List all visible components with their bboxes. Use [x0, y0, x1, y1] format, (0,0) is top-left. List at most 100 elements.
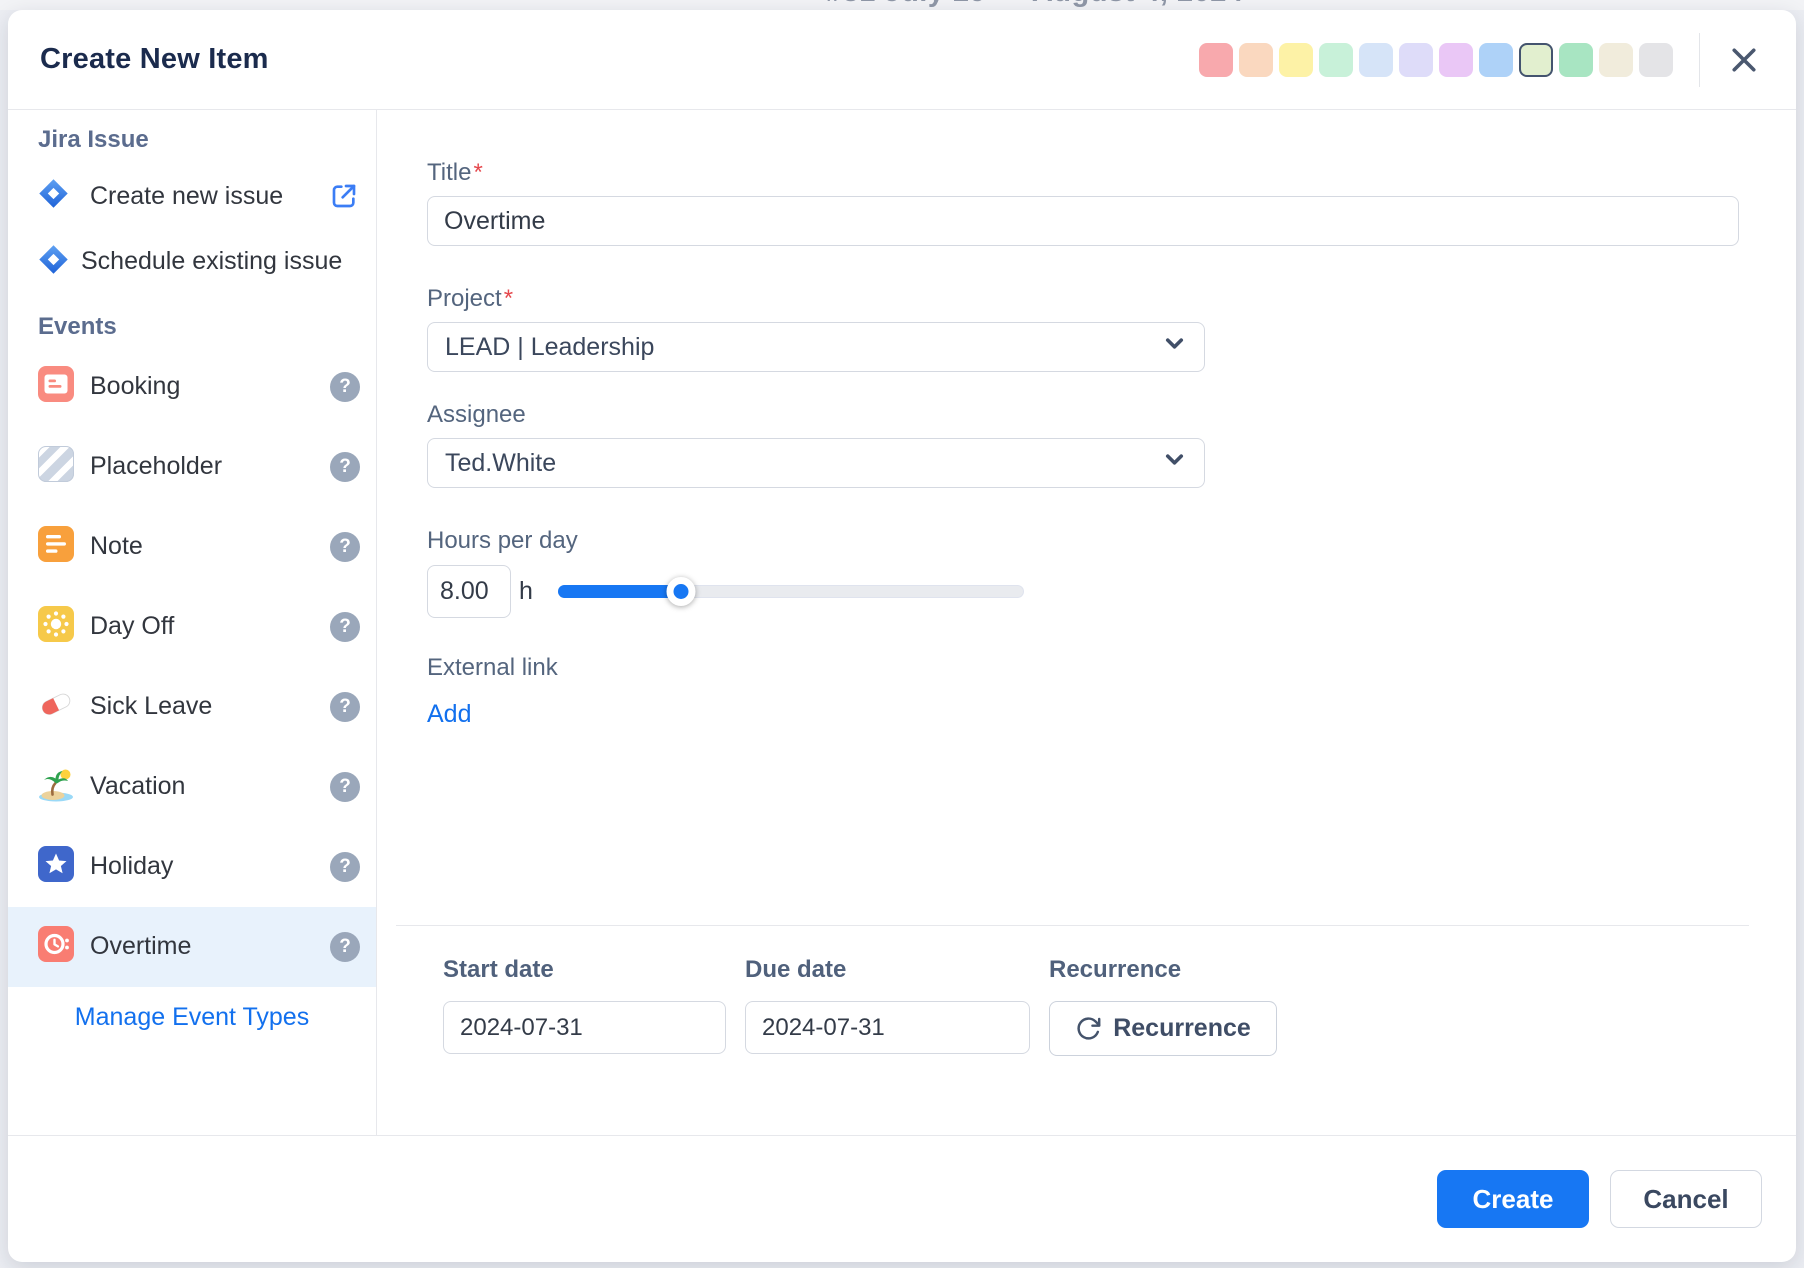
sidebar-item-sick-leave[interactable]: Sick Leave ? [8, 667, 376, 747]
color-swatch[interactable] [1559, 43, 1593, 77]
header-divider [1699, 33, 1700, 87]
slider-handle[interactable] [667, 577, 696, 606]
jira-section-title: Jira Issue [38, 126, 376, 154]
sidebar-item-overtime[interactable]: Overtime ? [8, 907, 376, 987]
jira-icon [38, 244, 69, 275]
beach-island-icon [38, 766, 74, 807]
sidebar-item-holiday[interactable]: Holiday ? [8, 827, 376, 907]
jira-icon [38, 178, 74, 214]
color-swatch[interactable] [1639, 43, 1673, 77]
help-icon[interactable]: ? [330, 612, 360, 642]
external-link-icon[interactable] [328, 180, 360, 212]
slider-fill [558, 585, 681, 598]
color-swatch[interactable] [1439, 43, 1473, 77]
color-swatch[interactable] [1279, 43, 1313, 77]
cancel-button[interactable]: Cancel [1610, 1170, 1762, 1228]
required-asterisk: * [473, 159, 482, 186]
schedule-section: Start date Due date Recurrence Recurrenc… [396, 925, 1749, 1056]
dialog-body: Jira Issue Create new issue [8, 110, 1796, 1135]
add-external-link[interactable]: Add [427, 700, 471, 729]
dialog-title: Create New Item [40, 43, 269, 76]
assignee-select-value: Ted.White [445, 449, 556, 478]
due-date-input[interactable] [745, 1001, 1030, 1054]
pill-icon [38, 686, 74, 727]
close-icon [1726, 42, 1762, 78]
help-icon[interactable]: ? [330, 852, 360, 882]
project-select-value: LEAD | Leadership [445, 333, 654, 362]
color-swatch[interactable] [1199, 43, 1233, 77]
sidebar-item-schedule-existing-issue[interactable]: Schedule existing issue [8, 232, 376, 287]
color-swatch[interactable] [1319, 43, 1353, 77]
hours-per-day-row: h [427, 564, 1796, 618]
start-date-input[interactable] [443, 1001, 726, 1054]
recurrence-field: Recurrence Recurrence [1049, 957, 1277, 1056]
help-icon[interactable]: ? [330, 772, 360, 802]
due-date-field: Due date [745, 957, 1030, 1056]
help-icon[interactable]: ? [330, 452, 360, 482]
form-panel: Title* Project* LEAD | Leadership Assign… [377, 110, 1796, 1135]
chevron-down-icon [1161, 330, 1188, 364]
help-icon[interactable]: ? [330, 932, 360, 962]
title-label: Title* [427, 160, 1796, 186]
sidebar-item-create-new-issue[interactable]: Create new issue [8, 160, 376, 232]
recurrence-cycle-icon [1075, 1015, 1102, 1042]
item-type-sidebar: Jira Issue Create new issue [8, 110, 377, 1135]
star-icon [38, 846, 74, 887]
hours-per-day-label: Hours per day [427, 528, 1796, 554]
background-week-range: #31 July 29 — August 4, 2024 [826, 0, 1244, 9]
placeholder-icon [38, 446, 74, 487]
help-icon[interactable]: ? [330, 372, 360, 402]
sidebar-item-note[interactable]: Note ? [8, 507, 376, 587]
sidebar-item-label: Holiday [90, 852, 173, 881]
dialog-header: Create New Item [8, 10, 1796, 110]
color-swatch[interactable] [1599, 43, 1633, 77]
chevron-down-icon [1161, 446, 1188, 480]
dialog-footer: Create Cancel [8, 1135, 1796, 1262]
events-section-title: Events [38, 313, 376, 341]
color-swatch[interactable] [1399, 43, 1433, 77]
color-swatch[interactable] [1519, 43, 1553, 77]
hours-slider[interactable] [558, 577, 1024, 606]
sidebar-item-placeholder[interactable]: Placeholder ? [8, 427, 376, 507]
title-input[interactable] [427, 196, 1739, 246]
start-date-field: Start date [443, 957, 726, 1056]
recurrence-button[interactable]: Recurrence [1049, 1001, 1277, 1056]
recurrence-button-label: Recurrence [1113, 1014, 1251, 1043]
booking-icon [38, 366, 74, 407]
manage-event-types-link[interactable]: Manage Event Types [8, 1003, 376, 1032]
sidebar-item-label: Vacation [90, 772, 185, 801]
recurrence-label: Recurrence [1049, 957, 1277, 983]
day-off-sun-icon [38, 606, 74, 647]
start-date-label: Start date [443, 957, 726, 983]
assignee-label: Assignee [427, 402, 1796, 428]
color-swatches [1199, 43, 1673, 77]
sidebar-item-label: Create new issue [90, 182, 283, 211]
sidebar-item-label: Day Off [90, 612, 174, 641]
color-swatch[interactable] [1359, 43, 1393, 77]
color-swatch[interactable] [1239, 43, 1273, 77]
sidebar-item-label: Booking [90, 372, 180, 401]
color-swatch[interactable] [1479, 43, 1513, 77]
sidebar-item-booking[interactable]: Booking ? [8, 347, 376, 427]
required-asterisk: * [504, 285, 513, 312]
sidebar-item-day-off[interactable]: Day Off ? [8, 587, 376, 667]
sidebar-item-vacation[interactable]: Vacation ? [8, 747, 376, 827]
hours-unit-label: h [519, 577, 533, 606]
sidebar-item-label: Schedule existing issue [81, 247, 342, 275]
external-link-label: External link [427, 655, 1796, 681]
sidebar-item-label: Overtime [90, 932, 191, 961]
assignee-select[interactable]: Ted.White [427, 438, 1205, 488]
note-icon [38, 526, 74, 567]
create-button[interactable]: Create [1437, 1170, 1589, 1228]
overtime-clock-icon [38, 926, 74, 967]
project-label: Project* [427, 286, 1796, 312]
hours-input[interactable] [427, 565, 511, 618]
close-button[interactable] [1722, 38, 1766, 82]
help-icon[interactable]: ? [330, 532, 360, 562]
background-page-strip: #31 July 29 — August 4, 2024 [0, 0, 1804, 10]
project-select[interactable]: LEAD | Leadership [427, 322, 1205, 372]
sidebar-item-label: Sick Leave [90, 692, 212, 721]
create-new-item-dialog: Create New Item Jira Issue Create new is… [8, 10, 1796, 1262]
help-icon[interactable]: ? [330, 692, 360, 722]
sidebar-item-label: Placeholder [90, 452, 222, 481]
